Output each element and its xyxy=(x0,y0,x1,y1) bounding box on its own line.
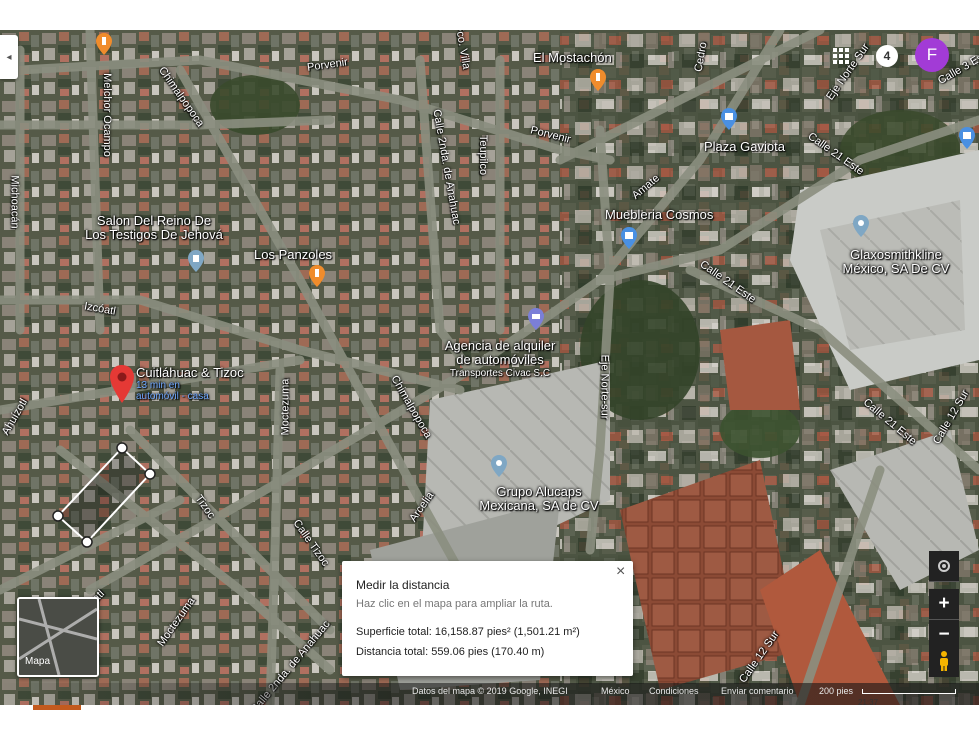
place-label-line: de automóviles xyxy=(456,352,544,367)
street-label: Moctezuma xyxy=(279,378,292,436)
place-label[interactable]: Glaxosmithkline México, SA De CV xyxy=(826,248,966,276)
pin-title: Cuitláhuac & Tizoc xyxy=(136,365,244,380)
place-label[interactable]: Salon Del Reino De Los Testigos De Jehov… xyxy=(64,214,244,242)
measure-area: Superficie total: 16,158.87 pies² (1,501… xyxy=(356,626,580,638)
street-label: Teupilco xyxy=(477,134,490,176)
place-label-line: Mexicana, SA de CV xyxy=(479,498,599,513)
restaurant-icon[interactable] xyxy=(589,68,607,92)
close-icon[interactable]: × xyxy=(616,563,625,581)
place-label-line: Glaxosmithkline xyxy=(850,247,942,262)
shopping-bag-icon[interactable] xyxy=(620,226,638,250)
measure-distance: Distancia total: 559.06 pies (170.40 m) xyxy=(356,646,545,658)
measure-distance-panel: × Medir la distancia Haz clic en el mapa… xyxy=(342,561,633,676)
car-rental-icon[interactable] xyxy=(527,307,545,331)
place-label-line: Los Testigos De Jehová xyxy=(85,227,223,242)
taskbar-highlight xyxy=(33,705,81,710)
restaurant-icon[interactable] xyxy=(95,32,113,56)
place-pin-icon[interactable] xyxy=(852,214,870,238)
restaurant-icon[interactable] xyxy=(308,264,326,288)
map-layer-label: Mapa xyxy=(25,656,51,667)
shopping-bag-icon[interactable] xyxy=(958,126,976,150)
chevron-left-icon: ◂ xyxy=(6,51,12,63)
pin-subtitle: 13 min en xyxy=(136,380,180,391)
location-pin-icon[interactable] xyxy=(108,364,136,404)
place-label-subtitle: Transportes Civac S.C xyxy=(449,368,551,379)
place-pin-icon[interactable] xyxy=(490,454,508,478)
locate-icon xyxy=(938,560,950,572)
place-label[interactable]: Grupo Alucaps Mexicana, SA de CV xyxy=(464,485,614,513)
map-layer-toggle[interactable]: Mapa xyxy=(17,597,99,677)
attribution: Datos del mapa © 2019 Google, INEGI xyxy=(412,686,568,696)
place-label-line: México, SA De CV xyxy=(842,261,950,276)
scale-label[interactable]: 200 pies xyxy=(819,686,853,696)
place-label-line: Grupo Alucaps xyxy=(496,484,582,499)
place-label-line: Agencia de alquiler xyxy=(444,338,556,353)
place-label[interactable]: Agencia de alquiler de automóviles Trans… xyxy=(430,339,570,381)
street-label: Eje Norte-sur xyxy=(598,354,611,420)
place-label-line: Salon Del Reino De xyxy=(96,213,212,228)
pegman-icon xyxy=(940,651,948,671)
map-footer: Datos del mapa © 2019 Google, INEGI Méxi… xyxy=(0,683,979,705)
pin-label[interactable]: Cuitláhuac & Tizoc 13 min en automóvil -… xyxy=(136,365,244,403)
my-location-button[interactable] xyxy=(929,551,959,582)
scale-bar xyxy=(862,689,956,694)
place-label[interactable]: Los Panzoles xyxy=(254,248,332,262)
pin-subtitle: automóvil - casa xyxy=(136,391,209,402)
street-label: Melchor Ocampo xyxy=(100,73,113,157)
street-view-pegman[interactable] xyxy=(929,645,959,677)
shopping-bag-icon[interactable] xyxy=(720,107,738,131)
measure-hint: Haz clic en el mapa para ampliar la ruta… xyxy=(356,598,553,610)
terms-link[interactable]: Condiciones xyxy=(649,686,699,696)
place-label[interactable]: Plaza Gaviota xyxy=(704,140,785,154)
avatar[interactable]: F xyxy=(915,38,949,72)
map-controls: + − xyxy=(929,551,959,651)
notifications-badge[interactable]: 4 xyxy=(876,45,898,67)
measure-title: Medir la distancia xyxy=(356,578,450,592)
place-label[interactable]: Muebleria Cosmos xyxy=(605,208,713,222)
place-label[interactable]: El Mostachón xyxy=(533,51,612,65)
zoom-in-button[interactable]: + xyxy=(929,589,959,620)
bottom-strip xyxy=(0,705,979,734)
feedback-link[interactable]: Enviar comentario xyxy=(721,686,794,696)
collapse-panel-button[interactable]: ◂ xyxy=(0,35,18,79)
apps-grid-icon[interactable] xyxy=(832,47,850,65)
street-label: Michoacán xyxy=(8,175,21,229)
place-of-worship-icon[interactable] xyxy=(187,249,205,273)
clock-partial: 21:37 xyxy=(858,698,879,707)
country-link[interactable]: México xyxy=(601,686,630,696)
